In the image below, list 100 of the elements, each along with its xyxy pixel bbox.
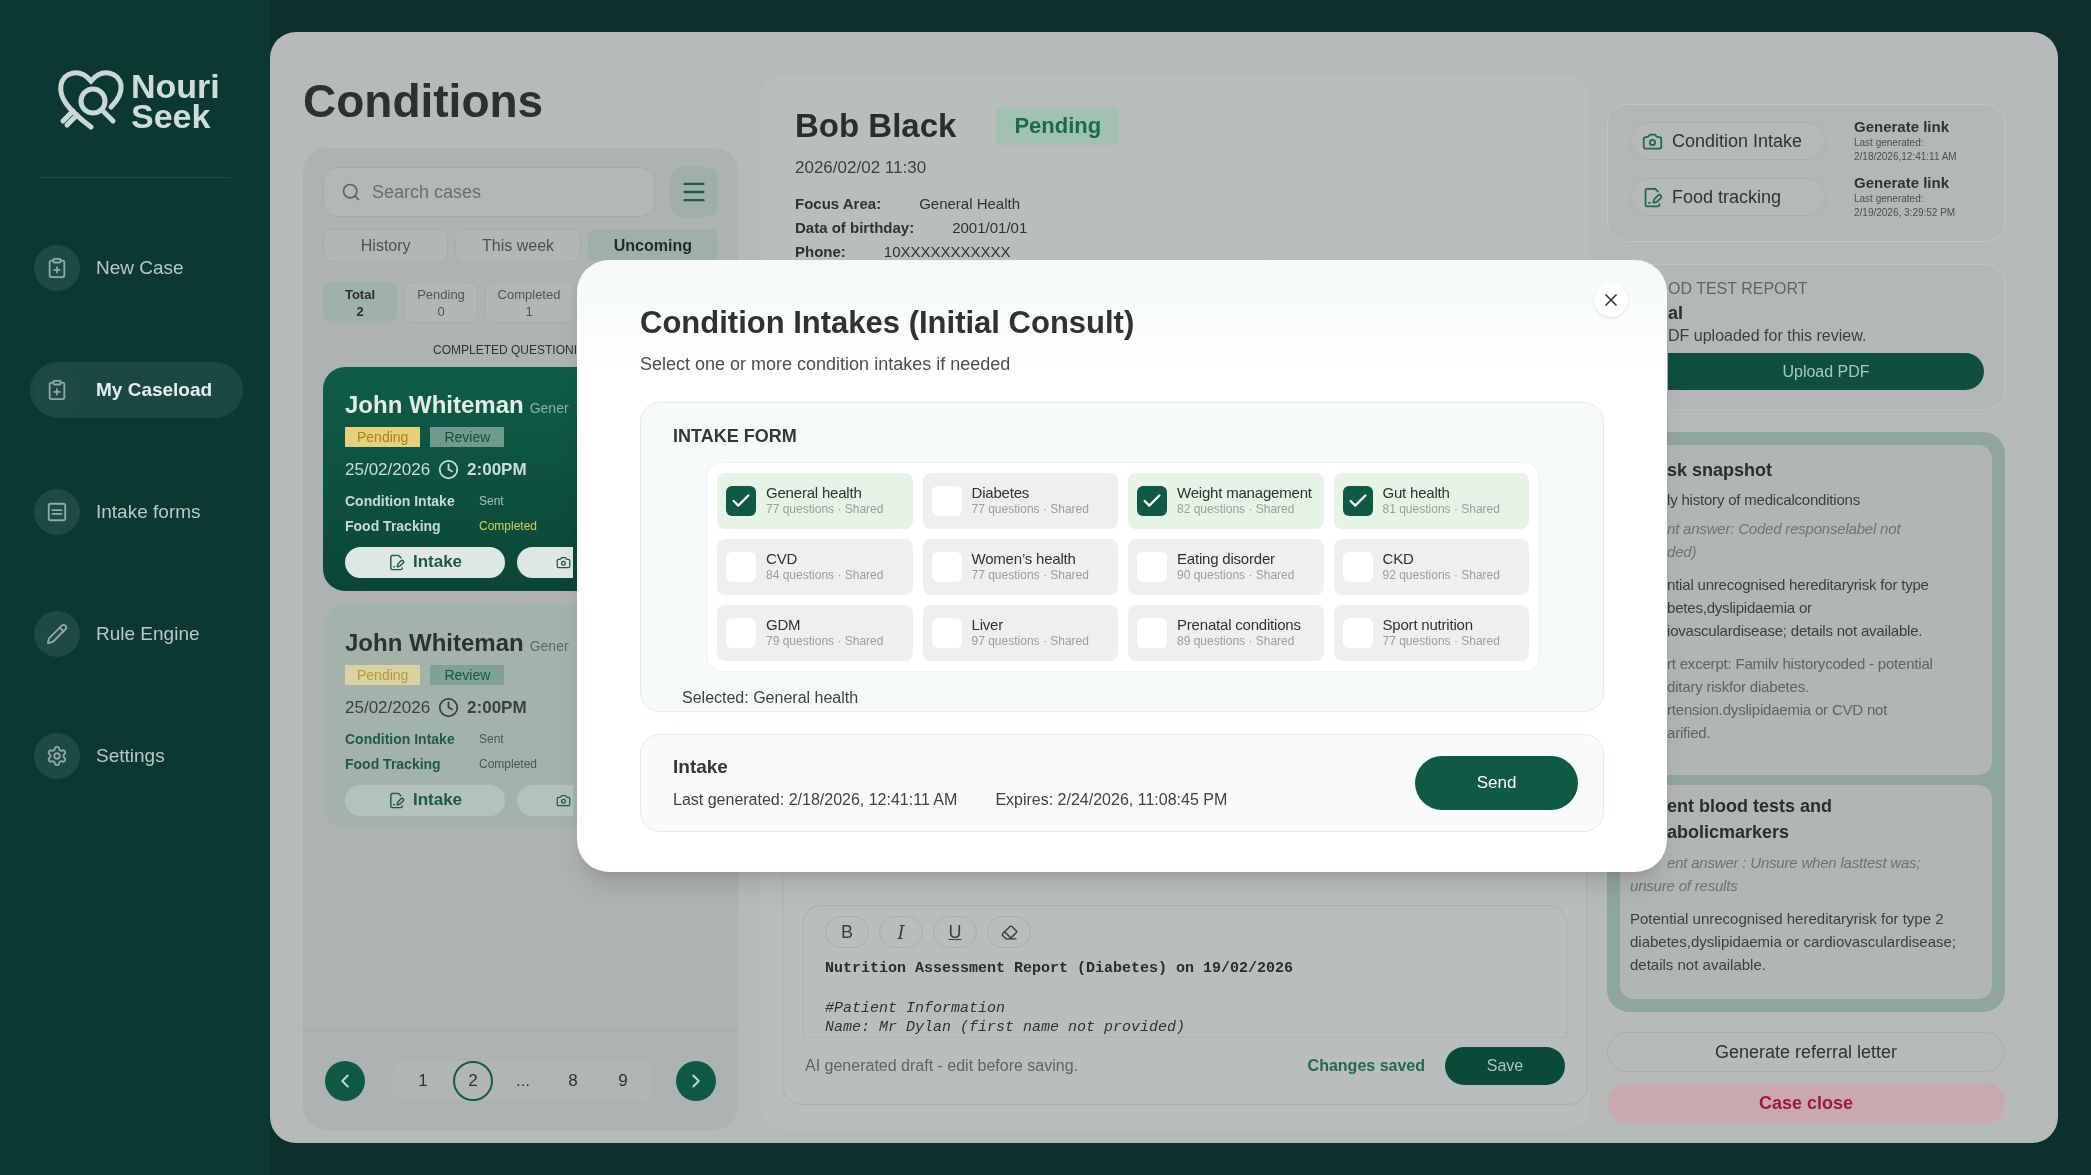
- intake-option[interactable]: Diabetes 77 questions · Shared: [922, 472, 1118, 529]
- checkbox[interactable]: [1137, 485, 1167, 516]
- status-value: Sent: [479, 731, 504, 748]
- page-button[interactable]: 8: [553, 1060, 593, 1101]
- note-icon: [387, 553, 405, 571]
- link-pill[interactable]: Condition Intake: [1630, 122, 1826, 160]
- section-title: ent blood tests and: [1666, 795, 1833, 818]
- nav-item[interactable]: Rule Engine: [30, 606, 243, 662]
- filter-tab[interactable]: Uncoming: [587, 229, 718, 262]
- stat-tile[interactable]: Pending 0: [404, 282, 478, 323]
- dialog-title: Condition Intakes (Initial Consult): [640, 304, 1136, 342]
- link-pill[interactable]: Food tracking: [1630, 178, 1826, 216]
- nav-item[interactable]: New Case: [30, 240, 243, 296]
- focus-area: Gener: [529, 398, 569, 419]
- clock-icon: [438, 697, 460, 719]
- logo-text: Seek: [131, 101, 211, 131]
- page-button[interactable]: 2: [453, 1060, 493, 1101]
- last-generated-time: 2/19/2026, 3:29:52 PM: [1854, 206, 1956, 220]
- intake-option[interactable]: GDM 79 questions · Shared: [717, 604, 913, 661]
- checkbox[interactable]: [1342, 485, 1373, 516]
- upload-pdf-button[interactable]: Upload PDF: [1668, 353, 1984, 390]
- card-title: OD TEST REPORT: [1668, 279, 1809, 299]
- intake-option[interactable]: Liver 97 questions · Shared: [922, 604, 1118, 661]
- case-date: 25/02/2026: [345, 697, 431, 719]
- clipboard-plus-icon: [34, 245, 80, 291]
- eraser-icon: [1000, 923, 1018, 941]
- case-date: 25/02/2026: [345, 459, 431, 481]
- previous-page-button[interactable]: [325, 1060, 365, 1101]
- risk-text: rt excerpt: Familv historycoded - potential: [1667, 654, 1934, 674]
- camera-button[interactable]: [517, 546, 573, 578]
- search-icon: [341, 182, 361, 202]
- settings-icon: [34, 733, 80, 779]
- save-status: Changes saved: [1307, 1055, 1425, 1076]
- status-label: Condition Intake: [345, 491, 456, 511]
- pencil-icon: [34, 611, 80, 657]
- generate-link[interactable]: Generate link: [1854, 118, 1957, 136]
- stat-tile[interactable]: Completed 1: [485, 282, 573, 323]
- search-field[interactable]: Search cases: [323, 167, 655, 217]
- field-value: General Health: [919, 194, 1021, 213]
- question-text: ly history of medicalconditions: [1667, 490, 1862, 510]
- report-status: al: [1668, 302, 1684, 325]
- report-line: Name: Mr Dylan (first name not provided): [825, 1017, 1187, 1037]
- intake-option[interactable]: Sport nutrition 77 questions · Shared: [1333, 604, 1529, 661]
- logo-text: Nouri: [131, 71, 220, 101]
- close-case-button[interactable]: Case close: [1607, 1083, 2005, 1123]
- section-title: abolicmarkers: [1666, 821, 1791, 844]
- section-label: COMPLETED QUESTIONI: [433, 343, 578, 357]
- filter-tab[interactable]: This week: [455, 229, 581, 262]
- next-page-button[interactable]: [676, 1060, 716, 1101]
- page-title: Conditions: [303, 74, 545, 128]
- answer-text: nt answer: Coded responselabel not: [1667, 519, 1902, 539]
- status-badge: Pending: [996, 106, 1120, 145]
- form-icon: [34, 489, 80, 535]
- save-button[interactable]: Save: [1445, 1046, 1565, 1085]
- page-button[interactable]: 9: [603, 1060, 643, 1101]
- generate-link[interactable]: Generate link: [1854, 174, 1956, 192]
- patient-name: John Whiteman: [345, 390, 524, 420]
- status-label: Food Tracking: [345, 516, 442, 536]
- status-label: Food Tracking: [345, 754, 442, 774]
- review-badge: Review: [430, 665, 505, 685]
- report-line: #Patient Information: [825, 998, 1007, 1018]
- filter-tab[interactable]: History: [323, 229, 449, 262]
- report-note: DF uploaded for this review.: [1668, 326, 1868, 346]
- menu-button[interactable]: [670, 167, 718, 217]
- case-time: 2:00PM: [467, 697, 527, 719]
- status-badge: Pending: [345, 427, 421, 447]
- case-time: 2:00PM: [467, 459, 527, 481]
- intake-option[interactable]: CVD 84 questions · Shared: [717, 538, 913, 595]
- checkbox[interactable]: [726, 485, 756, 516]
- nav-item[interactable]: My Caseload: [30, 362, 243, 418]
- page-button[interactable]: 1: [403, 1060, 443, 1101]
- intake-button[interactable]: Intake: [345, 546, 505, 578]
- camera-icon: [556, 554, 571, 570]
- status-badge: Pending: [345, 665, 421, 685]
- field-value: 2001/01/01: [952, 218, 1028, 237]
- close-button[interactable]: [1594, 283, 1628, 317]
- appointment-datetime: 2026/02/02 11:30: [795, 156, 928, 179]
- answer-text: ded): [1667, 542, 1698, 562]
- stat-tile[interactable]: Total 2: [323, 282, 397, 323]
- send-button[interactable]: Send: [1415, 755, 1578, 810]
- nav-item[interactable]: Intake forms: [30, 484, 243, 540]
- note-icon: [1642, 186, 1663, 208]
- patient-name: Bob Black: [795, 106, 957, 146]
- camera-icon: [556, 792, 571, 808]
- risk-text: ntial unrecognised hereditaryrisk for type: [1667, 575, 1930, 595]
- intake-option[interactable]: Women’s health 77 questions · Shared: [922, 538, 1118, 595]
- intake-button[interactable]: Intake: [345, 784, 505, 816]
- status-value: Completed: [479, 518, 538, 535]
- page-button[interactable]: ...: [503, 1060, 543, 1101]
- intake-option[interactable]: Weight management 82 questions · Shared: [1128, 472, 1324, 529]
- intake-option[interactable]: Gut health 81 questions · Shared: [1333, 472, 1529, 529]
- risk-text: ditary riskfor diabetes.: [1667, 677, 1810, 697]
- field-label: Data of birthday:: [795, 218, 915, 237]
- intake-option[interactable]: Prenatal conditions 89 questions · Shared: [1128, 604, 1324, 661]
- intake-option[interactable]: Eating disorder 90 questions · Shared: [1128, 538, 1324, 595]
- report-editor[interactable]: B I U Nutrition Assessment Report (Diabetes) on 19/02/2026 #Patient Information Name: Mr Dylan (first name not provided): [803, 905, 1567, 1037]
- intake-option[interactable]: General health 77 questions · Shared: [717, 472, 913, 529]
- intake-option[interactable]: CKD 92 questions · Shared: [1333, 538, 1529, 595]
- nav-item[interactable]: Settings: [30, 728, 243, 784]
- camera-button[interactable]: [517, 784, 573, 816]
